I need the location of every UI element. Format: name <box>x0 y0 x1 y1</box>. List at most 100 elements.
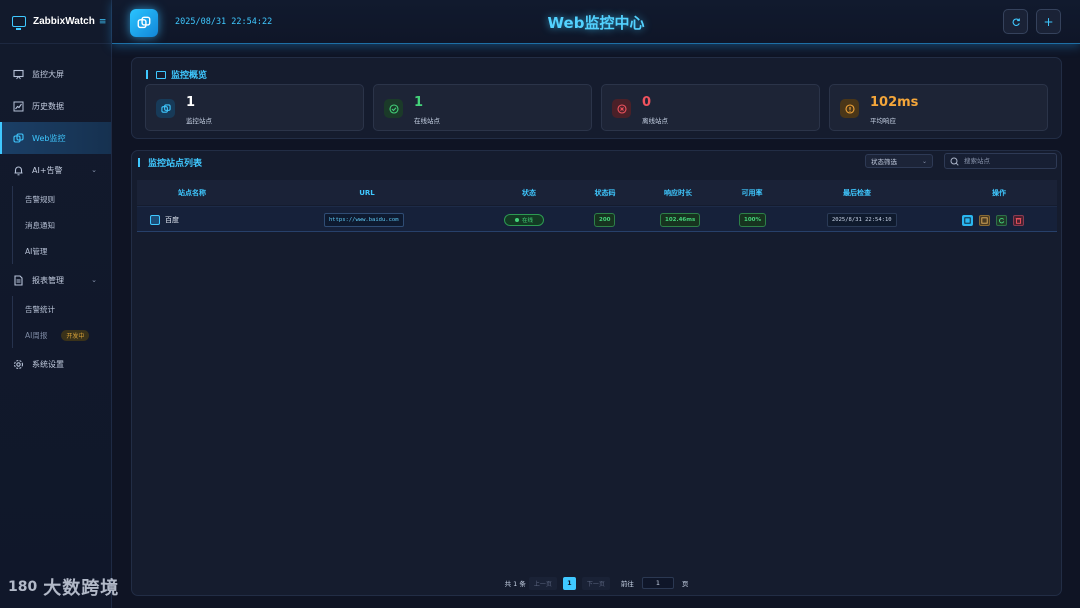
view-icon <box>964 216 971 224</box>
stat-card-total: 1 监控站点 <box>145 84 364 131</box>
chevron-down-icon: ⌄ <box>91 276 97 284</box>
brand-name: ZabbixWatch <box>33 16 95 27</box>
sidebar-item-reports[interactable]: 报表管理 ⌄ <box>0 264 111 296</box>
sidebar-item-settings[interactable]: 系统设置 <box>0 348 111 380</box>
sidebar-item-alert-rules[interactable]: 告警规则 <box>0 186 111 212</box>
sidebar-item-label: 告警规则 <box>25 194 55 204</box>
edit-button[interactable] <box>979 214 990 226</box>
status-filter-select[interactable]: 状态筛选 ⌄ <box>865 154 933 168</box>
x-circle-icon <box>612 99 631 118</box>
chevron-down-icon: ⌄ <box>91 166 97 174</box>
in-development-badge: 开发中 <box>61 329 90 341</box>
stat-label: 平均响应 <box>870 117 896 125</box>
sidebar-item-dashboard[interactable]: 监控大屏 <box>0 58 111 90</box>
status-text: 在线 <box>522 218 534 224</box>
site-url[interactable]: https://www.baidu.com <box>324 213 404 227</box>
goto-page-input[interactable] <box>641 577 674 589</box>
chevron-down-icon: ⌄ <box>921 157 927 165</box>
goto-label: 前往 <box>620 580 634 588</box>
overview-title: 监控概览 <box>171 71 208 81</box>
column-header-actions: 操作 <box>992 188 1006 197</box>
search-input[interactable] <box>964 157 1054 165</box>
menu-collapse-icon[interactable]: ≡ <box>99 17 107 27</box>
sidebar-item-label: Web监控 <box>32 133 66 143</box>
availability-cell: 100% <box>739 207 766 233</box>
prev-page-button[interactable]: 上一页 <box>528 576 557 590</box>
sidebar-item-ai-weekly[interactable]: AI周报 开发中 <box>0 322 111 348</box>
recheck-button[interactable] <box>996 214 1007 226</box>
sidebar-item-ai-alert[interactable]: AI+告警 ⌄ <box>0 154 111 186</box>
page-suffix: 页 <box>681 580 689 588</box>
stat-label: 监控站点 <box>186 117 212 125</box>
overview-heading: 监控概览 <box>146 68 207 81</box>
link-copy-icon <box>150 215 160 225</box>
edit-icon <box>981 216 988 224</box>
sidebar-item-label: AI管理 <box>25 246 48 256</box>
stat-label: 在线站点 <box>414 117 440 125</box>
page-title: Web监控中心 <box>547 14 645 32</box>
info-circle-icon <box>840 99 859 118</box>
sidebar-item-alert-stats[interactable]: 告警统计 <box>0 296 111 322</box>
heading-accent-bar <box>146 70 148 79</box>
site-name-cell: 百度 <box>150 207 179 233</box>
sidebar-item-notifications[interactable]: 消息通知 <box>0 212 111 238</box>
monitor-icon <box>156 70 166 79</box>
add-site-button[interactable]: + <box>1036 9 1061 34</box>
next-page-button[interactable]: 下一页 <box>581 576 610 590</box>
sidebar-item-label: AI周报 <box>25 330 48 340</box>
column-header-availability: 可用率 <box>741 188 763 197</box>
site-list-title: 监控站点列表 <box>148 159 203 169</box>
stat-value: 0 <box>642 95 652 110</box>
sidebar-item-label: 监控大屏 <box>32 69 64 79</box>
refresh-button[interactable] <box>1003 9 1028 34</box>
sidebar: ZabbixWatch ≡ 监控大屏 历史数据 Web监控 AI+告警 ⌄ 告警… <box>0 0 112 608</box>
stat-label: 离线站点 <box>642 117 668 125</box>
gear-icon <box>13 359 24 370</box>
presentation-board-icon <box>13 69 24 80</box>
monitor-logo-icon <box>12 16 26 30</box>
sidebar-item-label: 告警统计 <box>25 304 55 314</box>
sidebar-item-label: 消息通知 <box>25 220 55 230</box>
stat-card-online: 1 在线站点 <box>373 84 592 131</box>
refresh-icon <box>999 217 1005 223</box>
overview-panel: 监控概览 1 监控站点 1 在线站点 0 离线站点 102ms 平均响应 <box>131 57 1062 139</box>
delete-button[interactable] <box>1013 214 1024 226</box>
table-row[interactable]: 百度 https://www.baidu.com 在线 200 102.46ms… <box>137 206 1057 232</box>
status-badge: 在线 <box>504 214 545 226</box>
stat-card-offline: 0 离线站点 <box>601 84 820 131</box>
column-header-name: 站点名称 <box>178 188 206 197</box>
trash-icon <box>1015 217 1022 224</box>
check-circle-icon <box>384 99 403 118</box>
pagination-total: 共 1 条 <box>504 580 526 588</box>
watermark-text: 大数跨境 <box>43 578 120 599</box>
last-check-time: 2025/8/31 22:54:10 <box>827 213 897 227</box>
url-cell: https://www.baidu.com <box>324 207 404 233</box>
status-filter-label: 状态筛选 <box>871 158 897 166</box>
response-cell: 102.46ms <box>660 207 701 233</box>
page-number-button[interactable]: 1 <box>562 576 576 590</box>
site-name: 百度 <box>165 216 179 224</box>
table-header: 站点名称 URL 状态 状态码 响应时长 可用率 最后检查 操作 <box>137 180 1057 205</box>
actions-cell <box>959 207 1027 233</box>
column-header-last-check: 最后检查 <box>843 188 871 197</box>
search-icon <box>950 157 959 166</box>
site-search[interactable] <box>944 153 1057 169</box>
link-copy-icon <box>156 99 175 118</box>
site-list-panel: 监控站点列表 状态筛选 ⌄ 站点名称 URL 状态 状态码 响应时长 可用率 最… <box>131 150 1062 596</box>
column-header-response: 响应时长 <box>664 188 692 197</box>
heading-accent-bar <box>138 158 140 167</box>
watermark-mark: 180 <box>8 579 38 595</box>
sidebar-item-history[interactable]: 历史数据 <box>0 90 111 122</box>
status-code-cell: 200 <box>594 207 616 233</box>
brand: ZabbixWatch ≡ <box>0 0 111 44</box>
sidebar-item-web-monitor[interactable]: Web监控 <box>0 122 111 154</box>
last-check-cell: 2025/8/31 22:54:10 <box>827 207 897 233</box>
availability: 100% <box>739 213 766 227</box>
link-copy-icon <box>13 132 24 144</box>
bell-icon <box>13 165 24 176</box>
sidebar-item-label: 系统设置 <box>32 359 64 369</box>
view-button[interactable] <box>962 214 973 226</box>
status-dot-icon <box>515 218 519 222</box>
sidebar-item-ai-manage[interactable]: AI管理 <box>0 238 111 264</box>
stat-value: 1 <box>414 95 424 110</box>
